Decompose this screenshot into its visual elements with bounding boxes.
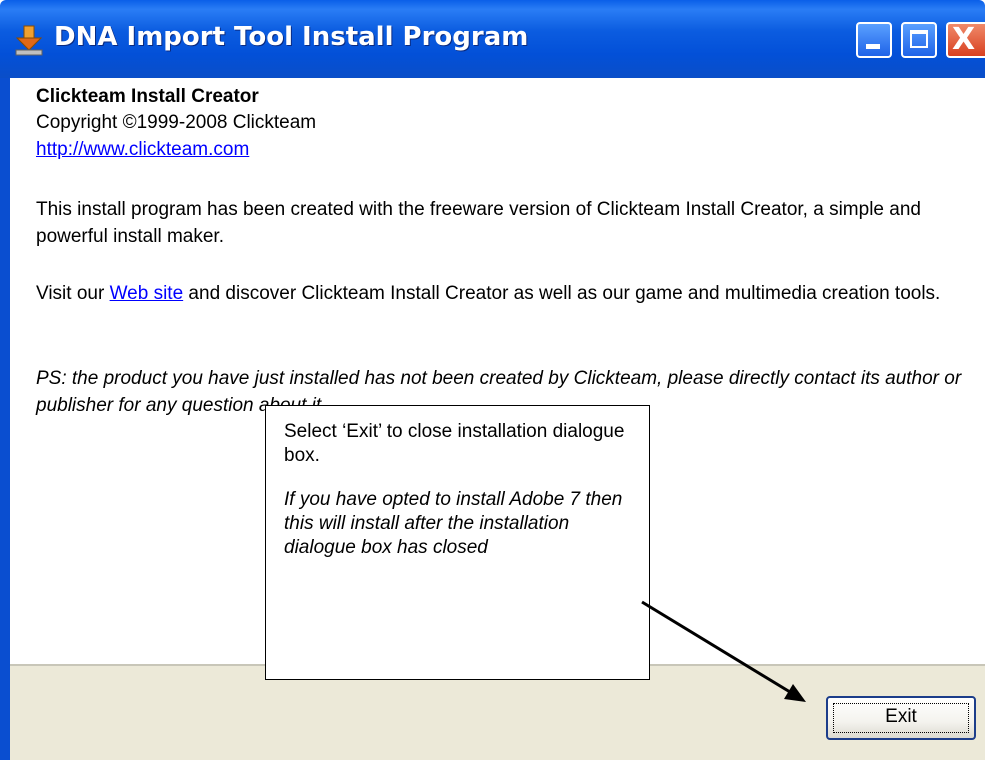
clickteam-url-link[interactable]: http://www.clickteam.com: [36, 139, 249, 161]
window-frame: [0, 78, 10, 760]
copyright-text: Copyright ©1999-2008 Clickteam: [36, 112, 317, 133]
visit-website-text: Visit our Web site and discover Clicktea…: [36, 280, 966, 307]
maximize-icon: [910, 30, 928, 48]
callout-exit-instruction: Select ‘Exit’ to close installation dial…: [284, 421, 625, 466]
visit-prefix: Visit our: [36, 283, 110, 304]
installer-arrow-icon: [15, 25, 43, 56]
content-panel: Clickteam Install Creator Copyright ©199…: [10, 78, 985, 680]
callout-adobe-note: If you have opted to install Adobe 7 the…: [284, 489, 623, 558]
button-footer: Exit: [10, 666, 985, 760]
maximize-button[interactable]: [901, 22, 937, 58]
focus-rectangle: [833, 703, 969, 733]
exit-button[interactable]: Exit: [826, 696, 976, 740]
product-heading: Clickteam Install Creator: [36, 86, 259, 107]
close-icon: X: [952, 22, 976, 57]
visit-suffix: and discover Clickteam Install Creator a…: [183, 283, 941, 304]
minimize-icon: [866, 44, 880, 49]
close-button[interactable]: X: [946, 22, 985, 58]
title-bar[interactable]: DNA Import Tool Install Program X: [0, 0, 985, 78]
freeware-notice: This install program has been created wi…: [36, 199, 921, 247]
minimize-button[interactable]: [856, 22, 892, 58]
web-site-link[interactable]: Web site: [110, 283, 184, 304]
installer-window: DNA Import Tool Install Program X Clickt…: [0, 0, 985, 760]
window-title: DNA Import Tool Install Program: [54, 22, 529, 52]
instruction-callout: Select ‘Exit’ to close installation dial…: [265, 405, 650, 680]
